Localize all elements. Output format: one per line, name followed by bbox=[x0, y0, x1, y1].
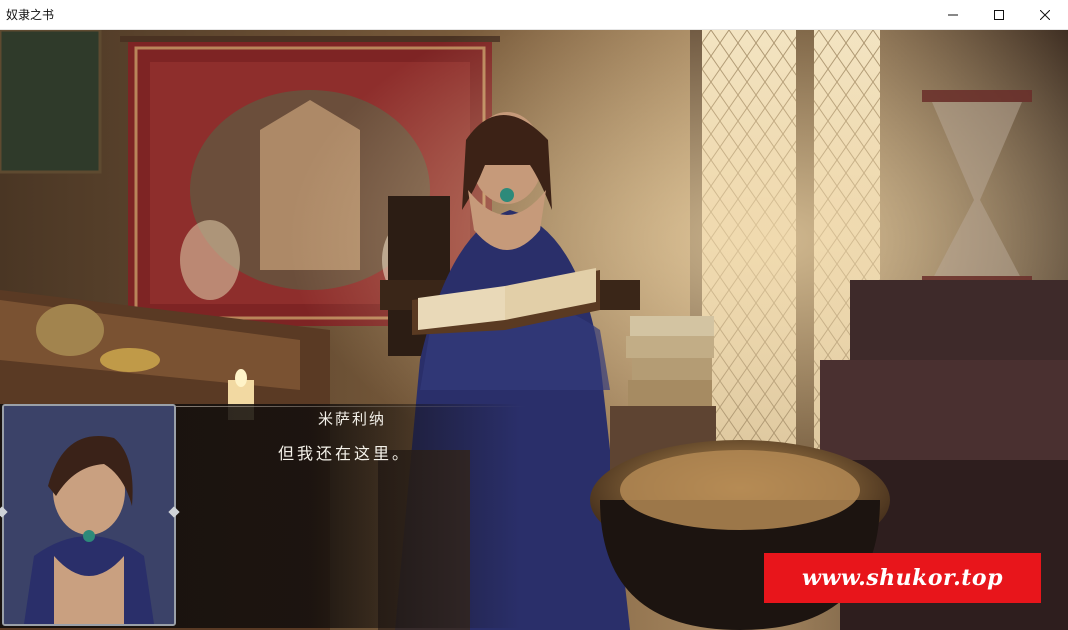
watermark-text: www.shukor.top bbox=[801, 565, 1003, 591]
speaker-portrait bbox=[2, 404, 176, 626]
window-titlebar: 奴隶之书 bbox=[0, 0, 1068, 30]
coin-bag bbox=[36, 304, 104, 356]
close-icon bbox=[1040, 9, 1050, 20]
minimize-button[interactable] bbox=[930, 0, 976, 30]
close-button[interactable] bbox=[1022, 0, 1068, 30]
watermark-banner: www.shukor.top bbox=[764, 553, 1041, 603]
maximize-button[interactable] bbox=[976, 0, 1022, 30]
dialogue-text: 但我还在这里。 bbox=[278, 444, 412, 463]
portrait-image bbox=[4, 406, 174, 624]
minimize-icon bbox=[948, 14, 958, 15]
speaker-name: 米萨利纳 bbox=[318, 410, 387, 428]
window-title: 奴隶之书 bbox=[6, 8, 55, 22]
maximize-icon bbox=[994, 9, 1004, 20]
dialogue-divider bbox=[176, 406, 526, 407]
game-viewport[interactable]: 米萨利纳 但我还在这里。 www.shukor.top bbox=[0, 30, 1068, 630]
